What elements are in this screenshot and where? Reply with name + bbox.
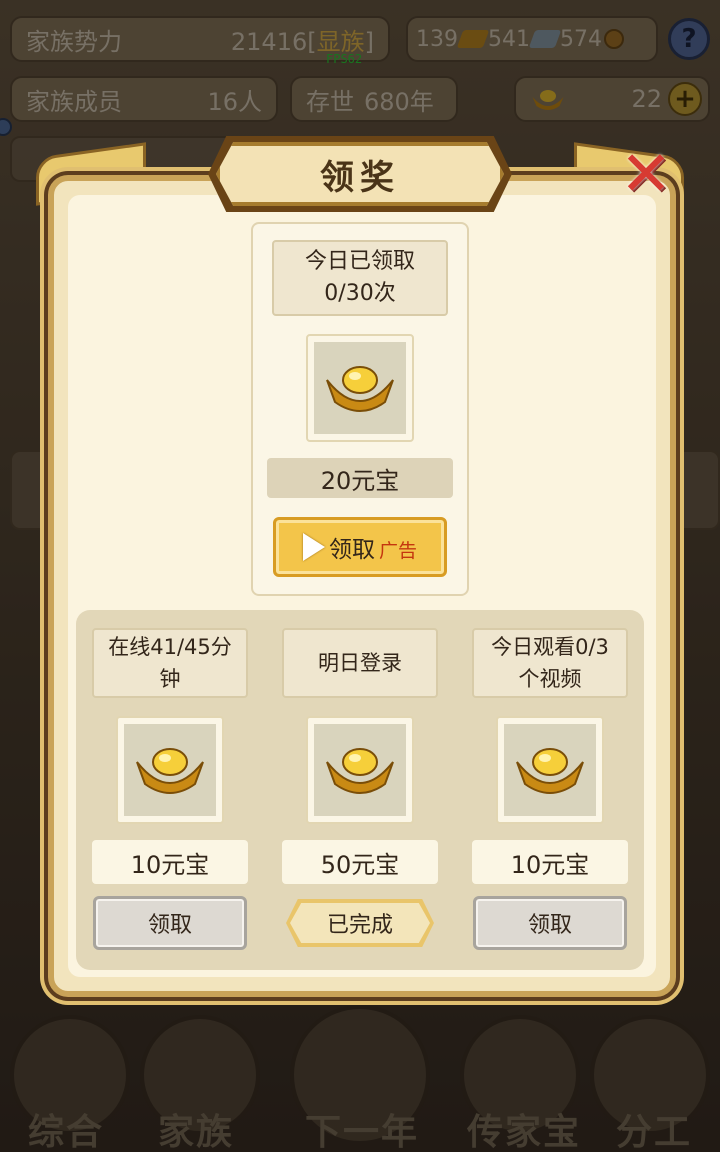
ad-tag: 广告 (378, 539, 417, 562)
task-login-line1: 明日登录 (318, 651, 402, 675)
task-online-label: 在线41/45分 钟 (92, 628, 248, 698)
task-video-reward: 10元宝 (472, 840, 628, 884)
task-video-label: 今日观看0/3 个视频 (472, 628, 628, 698)
task-online-line2: 钟 (159, 667, 181, 691)
task-online-line1: 在线41/45分 (108, 635, 232, 659)
task-video-line2: 个视频 (518, 667, 582, 691)
claim-ad-label: 领取 (328, 537, 375, 563)
task-online-claim-button[interactable]: 领取 (93, 896, 247, 950)
gold-ingot-icon (326, 366, 394, 412)
task-online-reward: 10元宝 (92, 840, 248, 884)
modal-title: 领奖 (216, 142, 504, 206)
today-claimed-box: 今日已领取 0/30次 (272, 240, 448, 316)
today-claimed-count: 0/30次 (324, 281, 396, 306)
claim-ad-button[interactable]: 领取 广告 (273, 517, 447, 577)
close-icon[interactable]: ✕ (616, 143, 676, 205)
gold-ingot-icon (516, 748, 584, 794)
main-reward-icon-frame (306, 334, 414, 442)
task-login-done-badge: 已完成 (290, 903, 430, 943)
task-login-label: 明日登录 (282, 628, 438, 698)
gold-ingot-icon (136, 748, 204, 794)
task-online-icon-frame (116, 716, 224, 824)
task-video-icon-frame (496, 716, 604, 824)
task-login-reward: 50元宝 (282, 840, 438, 884)
gold-ingot-icon (326, 748, 394, 794)
task-video-line1: 今日观看0/3 (491, 635, 609, 659)
main-reward-amount: 20元宝 (267, 458, 453, 498)
today-claimed-label: 今日已领取 (304, 249, 415, 274)
task-login-icon-frame (306, 716, 414, 824)
task-video-claim-button[interactable]: 领取 (473, 896, 627, 950)
play-icon (302, 533, 325, 561)
